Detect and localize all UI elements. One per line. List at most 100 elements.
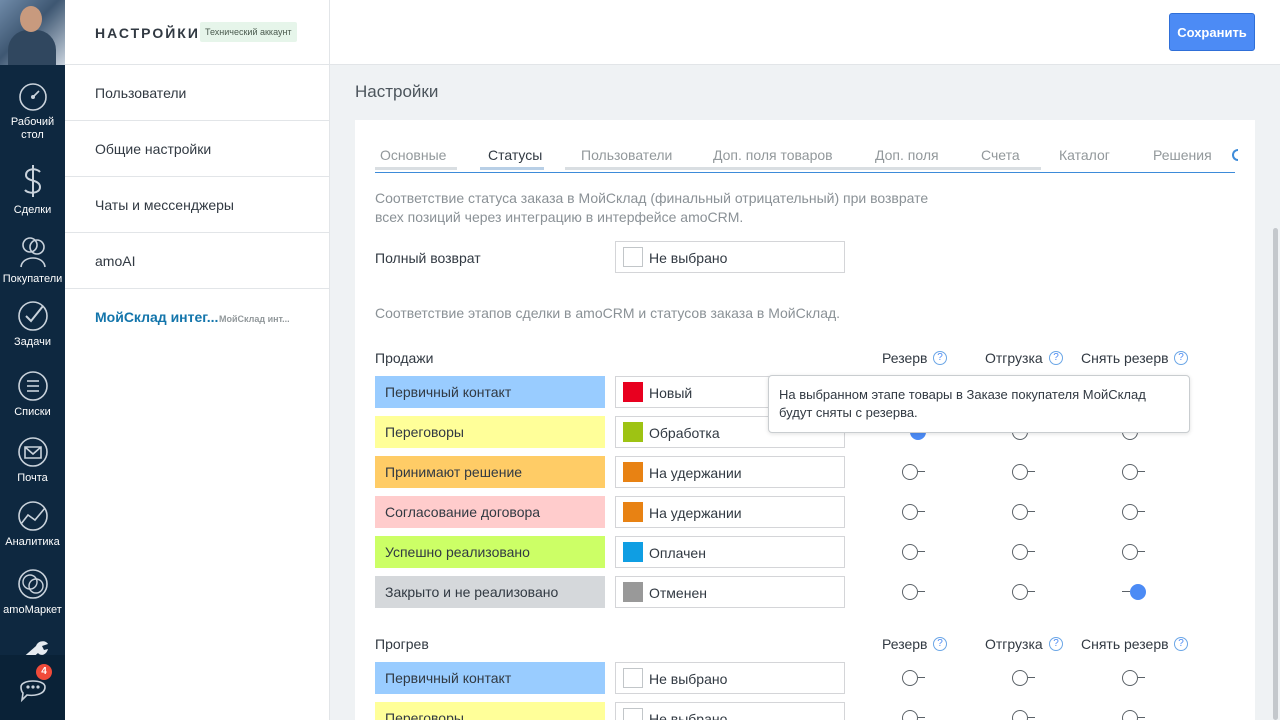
toggle-track [1122,591,1130,592]
scrollbar[interactable] [1273,228,1278,720]
toggle-reserve[interactable] [902,710,926,720]
tab-catalog[interactable]: Каталог [1059,147,1110,173]
dollar-icon [23,165,41,197]
status-select[interactable]: Не выбрано [615,662,845,694]
chat-button[interactable]: 4 [0,655,65,720]
toggle-shipment[interactable] [1012,710,1036,720]
toggle-reserve[interactable] [902,504,926,520]
tab-product-fields[interactable]: Доп. поля товаров [713,147,833,173]
toggle-knob [902,504,918,520]
toggle-knob [1012,670,1028,686]
toggle-reserve[interactable] [902,544,926,560]
toggle-knob [902,464,918,480]
nav-item-analytics[interactable]: Аналитика [0,500,65,549]
toggle-knob [1122,504,1138,520]
stage-label[interactable]: Закрыто и не реализовано [375,576,605,608]
nav-item-lists[interactable]: Списки [0,370,65,419]
stage-label[interactable]: Переговоры [375,702,605,720]
toggle-unreserve[interactable] [1122,544,1146,560]
tab-extra-fields[interactable]: Доп. поля [875,147,939,173]
tab-users[interactable]: Пользователи [581,147,672,173]
nav-item-tasks[interactable]: Задачи [0,300,65,349]
toggle-unreserve[interactable] [1122,670,1146,686]
column-header-shipment: Отгрузка [985,350,1043,366]
tab-statuses[interactable]: Статусы [488,147,542,173]
dashboard-icon [18,83,47,111]
sidebar-item-moysklad[interactable]: МойСклад интег... МойСклад инт... [65,289,329,345]
toggle-track [1028,471,1035,472]
tab-main[interactable]: Основные [380,147,446,173]
tooltip: На выбранном этапе товары в Заказе покуп… [768,375,1190,433]
nav-item-deals[interactable]: Сделки [0,162,65,217]
toggle-reserve[interactable] [902,584,926,600]
sidebar-item-general[interactable]: Общие настройки [65,121,329,177]
stage-label[interactable]: Первичный контакт [375,376,605,408]
toggle-track [1138,551,1145,552]
nav-label: Покупатели [2,273,63,285]
toggle-reserve[interactable] [902,670,926,686]
nav-item-market[interactable]: amoМаркет [0,568,65,617]
status-select[interactable]: На удержании [615,456,845,488]
nav-label: Почта [17,472,48,484]
toggle-knob [1012,504,1028,520]
unread-badge: 4 [36,664,52,680]
help-icon[interactable]: ? [933,351,947,365]
stage-label[interactable]: Принимают решение [375,456,605,488]
list-icon [17,371,48,401]
toggle-shipment[interactable] [1012,670,1036,686]
nav-label: Списки [14,406,51,418]
status-color-swatch [623,382,643,402]
sidebar-item-amoai[interactable]: amoAI [65,233,329,289]
status-select[interactable]: Не выбрано [615,702,845,720]
nav-item-customers[interactable]: Покупатели [0,233,65,286]
toggle-unreserve[interactable] [1122,504,1146,520]
help-icon[interactable]: ? [1174,351,1188,365]
status-select[interactable]: На удержании [615,496,845,528]
status-select[interactable]: Отменен [615,576,845,608]
toggle-knob [1012,584,1028,600]
stage-label[interactable]: Первичный контакт [375,662,605,694]
toggle-shipment[interactable] [1012,584,1036,600]
sidebar-item-chats[interactable]: Чаты и мессенджеры [65,177,329,233]
tab-overflow-icon[interactable] [1232,149,1238,161]
toggle-track [1028,717,1035,718]
status-color-swatch [623,502,643,522]
tab-solutions[interactable]: Решения [1153,147,1212,173]
account-badge: Технический аккаунт [200,22,297,42]
avatar[interactable] [0,0,65,65]
return-description-line: Соответствие статуса заказа в МойСклад (… [375,190,929,206]
full-return-select[interactable]: Не выбрано [615,241,845,273]
save-button[interactable]: Сохранить [1169,13,1255,51]
status-color-swatch [623,668,643,688]
toggle-shipment[interactable] [1012,504,1036,520]
nav-item-dashboard[interactable]: Рабочий стол [0,82,65,142]
status-color-swatch [623,582,643,602]
toggle-shipment[interactable] [1012,464,1036,480]
toggle-unreserve[interactable] [1122,464,1146,480]
sidebar-item-users[interactable]: Пользователи [65,65,329,121]
stage-label[interactable]: Успешно реализовано [375,536,605,568]
full-return-label: Полный возврат [375,250,481,266]
toggle-track [1028,677,1035,678]
wrench-icon[interactable] [16,638,50,655]
sidebar-item-label: Пользователи [95,85,187,101]
help-icon[interactable]: ? [1049,637,1063,651]
status-select[interactable]: Оплачен [615,536,845,568]
main-nav: Рабочий стол Сделки Покупатели Задачи Сп… [0,0,65,720]
help-icon[interactable]: ? [1049,351,1063,365]
stage-label[interactable]: Согласование договора [375,496,605,528]
stage-label[interactable]: Переговоры [375,416,605,448]
stage-label-text: Согласование договора [385,504,541,520]
help-icon[interactable]: ? [933,637,947,651]
pipeline-title: Прогрев [375,636,429,652]
toggle-unreserve[interactable] [1122,710,1146,720]
toggle-track [1138,677,1145,678]
help-icon[interactable]: ? [1174,637,1188,651]
mapping-description: Соответствие этапов сделки в amoCRM и ст… [375,305,841,321]
tab-invoices[interactable]: Счета [981,147,1020,173]
toggle-unreserve[interactable] [1122,584,1146,600]
nav-item-mail[interactable]: Почта [0,436,65,485]
toggle-shipment[interactable] [1012,544,1036,560]
toggle-knob [1122,464,1138,480]
toggle-reserve[interactable] [902,464,926,480]
